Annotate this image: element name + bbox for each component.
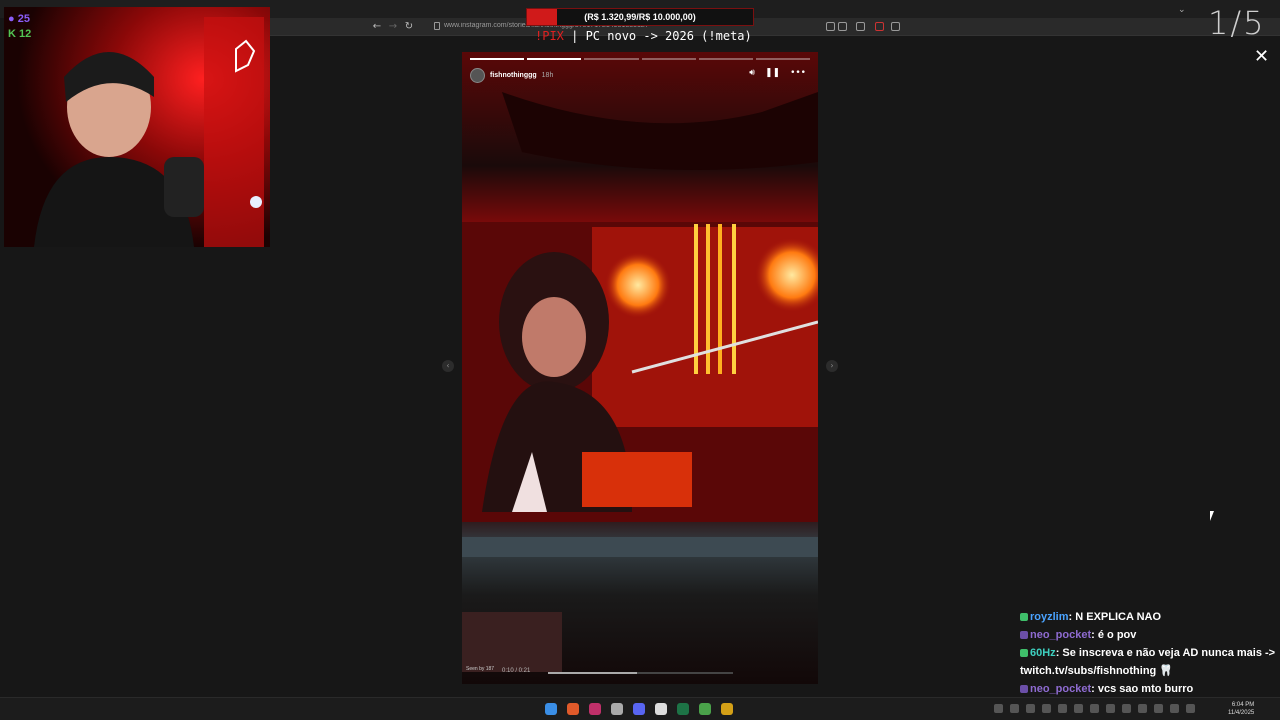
video-scrubber[interactable] [548,672,733,674]
chat-username[interactable]: royzlim [1030,611,1069,623]
tray-icon[interactable] [1074,704,1083,713]
system-tray [994,704,1195,713]
obs-icon[interactable] [611,703,623,715]
badge-icon [1020,649,1028,657]
chat-separator: : [1091,683,1098,695]
firefox-icon[interactable] [567,703,579,715]
taskbar: 6:04 PM 11/4/2025 [0,697,1280,720]
story-viewer[interactable]: fishnothinggg 18h 🔊︎ ❚❚ ••• Seen by 187 … [462,52,818,684]
chat-message: neo_pocket: é o pov [1020,626,1280,644]
tray-icon[interactable] [1154,704,1163,713]
stream-command: !PIX | PC novo -> 2026 (!meta) [535,29,752,43]
chat-message: royzlim: N EXPLICA NAO [1020,608,1280,626]
webcam-image [4,7,270,247]
story-controls: 🔊︎ ❚❚ ••• [749,68,806,78]
story-username[interactable]: fishnothinggg [490,72,537,79]
chat-overlay: royzlim: N EXPLICA NAO neo_pocket: é o po… [1020,608,1280,698]
taskbar-apps [545,703,733,715]
tray-icon[interactable] [1170,704,1179,713]
story-progress-segment [470,58,525,60]
browser-toolbar [270,18,1280,36]
chat-username[interactable]: neo_pocket [1030,683,1091,695]
story-progress-segment [641,58,696,60]
chat-text: N EXPLICA NAO [1075,611,1162,623]
mouse-cursor [1210,511,1218,521]
clock[interactable]: 6:04 PM 11/4/2025 [1228,701,1254,717]
story-header: fishnothinggg 18h [470,66,553,84]
screen: ← → ↻ www.instagram.com/stories/fishnoth… [0,0,1280,720]
chevron-left-icon[interactable]: ‹ [442,360,454,372]
twitch-viewers: ● 25 [8,13,30,25]
discord-icon[interactable] [633,703,645,715]
more-icon[interactable]: ••• [790,68,806,78]
badge-icon [1020,613,1028,621]
tray-icon[interactable] [1186,704,1195,713]
tray-icon[interactable] [994,704,1003,713]
avatar[interactable] [470,67,485,83]
command-prefix: !PIX [535,29,564,43]
close-icon[interactable]: ✕ [1254,46,1269,67]
back-button[interactable]: ← [371,21,383,33]
webcam-overlay [4,7,270,247]
story-progress-segment [755,58,811,60]
story-counter: 1/5 [1208,4,1266,42]
clock-date: 11/4/2025 [1228,710,1255,716]
tray-icon[interactable] [1058,704,1067,713]
tray-icon[interactable] [1106,704,1115,713]
story-image [462,52,818,684]
tray-icon[interactable] [1090,704,1099,713]
chat-username[interactable]: neo_pocket [1030,629,1091,641]
story-progress-segment [527,58,582,60]
badge-icon [1020,685,1028,693]
lock-icon [434,22,440,30]
video-time: 0:10 / 0:21 [502,668,531,674]
tray-icon[interactable] [1122,704,1131,713]
story-footer: 0:10 / 0:21 [470,666,810,680]
reload-button[interactable]: ↻ [403,21,415,33]
chrome-icon[interactable] [699,703,711,715]
audio-icon[interactable] [856,22,865,31]
chat-text: é o pov [1097,629,1137,641]
donation-goal-bar: (R$ 1.320,99/R$ 10.000,00) [526,8,754,26]
chevron-down-icon[interactable]: ⌄ [1178,4,1186,15]
video-scrubber-fill [548,672,637,674]
tray-icon[interactable] [1026,704,1035,713]
badge-icon [1020,631,1028,639]
bookmark-icon[interactable] [838,22,847,31]
kick-viewer-count: 12 [19,28,32,40]
chat-message: 60Hz: Se inscreva e não veja AD nunca ma… [1020,644,1280,680]
command-text: | PC novo -> 2026 (!meta) [563,29,752,43]
kick-viewers: K 12 [8,28,32,40]
volume-icon[interactable]: 🔊︎ [749,68,755,78]
chat-message: neo_pocket: vcs sao mto burro [1020,680,1280,698]
start-icon[interactable] [545,703,557,715]
chat-username[interactable]: 60Hz [1030,647,1056,659]
extension-icon[interactable] [826,22,835,31]
share-icon[interactable] [891,22,900,31]
app-icon[interactable] [589,703,601,715]
clock-time: 6:04 PM [1231,702,1255,708]
twitch-viewer-count: 25 [17,13,30,25]
chevron-right-icon[interactable]: › [826,360,838,372]
viewer-counts: ● 25 K 12 [8,12,31,42]
chat-text: vcs sao mto burro [1097,683,1194,695]
pen-icon[interactable] [721,703,733,715]
tray-icon[interactable] [1010,704,1019,713]
extension-red-icon[interactable] [875,22,884,31]
story-progress-segment [698,58,753,60]
story-progress [470,58,811,60]
donation-goal-text: (R$ 1.320,99/R$ 10.000,00) [584,12,696,22]
chat-separator: : [1091,629,1098,641]
forward-button[interactable]: → [387,21,399,33]
story-age: 18h [541,71,554,79]
story-progress-segment [584,58,639,60]
tray-icon[interactable] [1138,704,1147,713]
tray-icon[interactable] [1042,704,1051,713]
pause-icon[interactable]: ❚❚ [765,68,780,78]
capcut-icon[interactable] [655,703,667,715]
excel-icon[interactable] [677,703,689,715]
